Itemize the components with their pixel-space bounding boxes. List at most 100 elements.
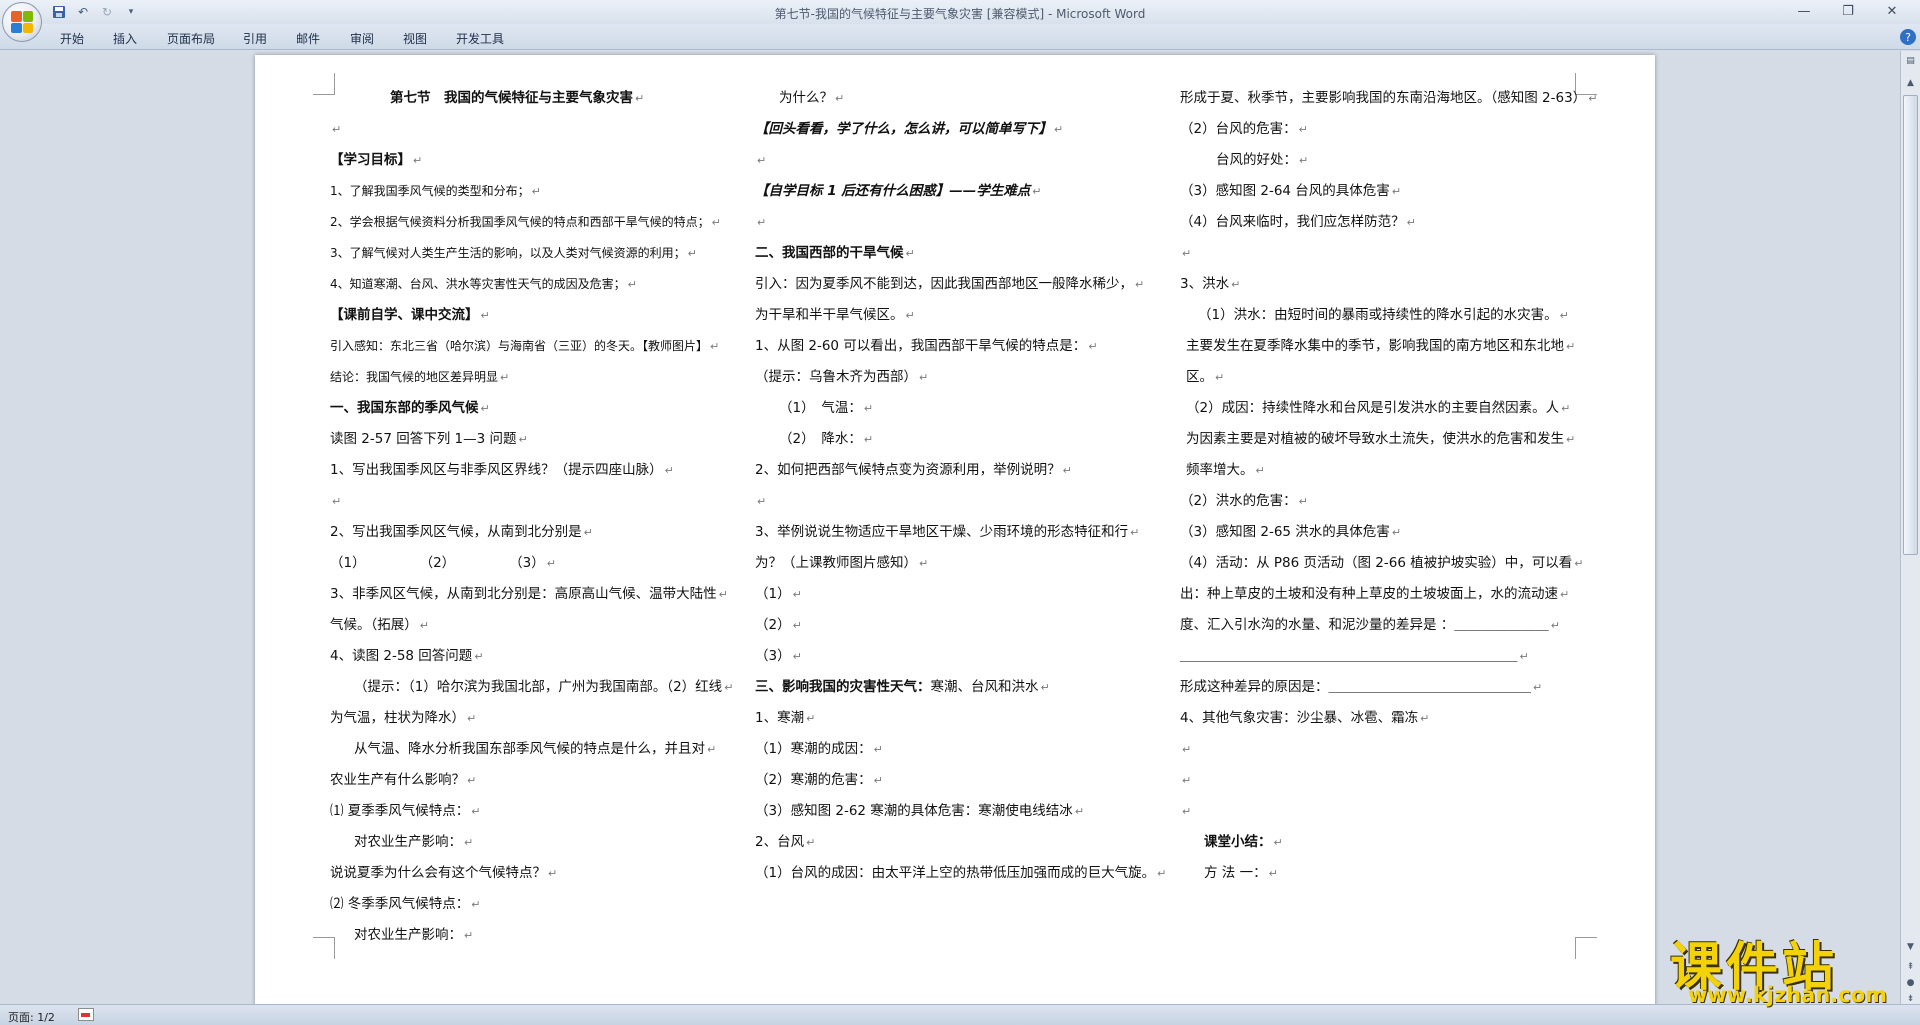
paragraph-mark-icon: ↵ bbox=[480, 402, 490, 415]
window-title: 第七节-我国的气候特征与主要气象灾害 [兼容模式] - Microsoft Wo… bbox=[774, 7, 1146, 21]
paragraph-text: 台风的好处： bbox=[1216, 152, 1297, 168]
paragraph-mark-icon: ↵ bbox=[687, 247, 697, 260]
tab-page-layout[interactable]: 页面布局 bbox=[167, 30, 215, 47]
paragraph-line: 2、学会根据气候资料分析我国季风气候的特点和西部干旱气候的特点； ↵ bbox=[330, 207, 735, 238]
paragraph-text: （1） （2） （3） bbox=[330, 555, 545, 571]
paragraph-text: 为气温，柱状为降水） bbox=[330, 710, 465, 726]
paragraph-line: （提示：乌鲁木齐为西部） ↵ bbox=[755, 362, 1155, 393]
paragraph-line: 4、读图 2-58 回答问题 ↵ bbox=[330, 641, 735, 672]
paragraph-text: （1） 气温： bbox=[779, 400, 862, 416]
paragraph-line: ↵ bbox=[330, 486, 735, 517]
paragraph-mark-icon: ↵ bbox=[1519, 650, 1529, 663]
paragraph-mark-icon: ↵ bbox=[471, 805, 481, 818]
maximize-icon[interactable]: ❐ bbox=[1826, 0, 1870, 22]
paragraph-text: 从气温、降水分析我国东部季风气候的特点是什么，并且对 bbox=[354, 741, 705, 757]
paragraph-line: 对农业生产影响： ↵ bbox=[330, 827, 735, 858]
paragraph-line: ↵ bbox=[755, 145, 1155, 176]
paragraph-text: 1、写出我国季风区与非季风区界线？（提示四座山脉） bbox=[330, 462, 663, 478]
tab-developer[interactable]: 开发工具 bbox=[456, 30, 504, 47]
paragraph-text: 对农业生产影响： bbox=[354, 834, 462, 850]
paragraph-text: 课堂小结： bbox=[1204, 834, 1272, 850]
scrollbar-thumb[interactable] bbox=[1903, 95, 1918, 555]
paragraph-line: 为干旱和半干旱气候区。 ↵ bbox=[755, 300, 1155, 331]
paragraph-mark-icon: ↵ bbox=[905, 247, 915, 260]
paragraph-text: 一、我国东部的季风气候 bbox=[330, 400, 479, 416]
close-icon[interactable]: ✕ bbox=[1870, 0, 1914, 22]
paragraph-text: （3）感知图 2-65 洪水的具体危害 bbox=[1180, 524, 1390, 540]
proofing-status-icon[interactable] bbox=[78, 1008, 94, 1021]
paragraph-mark-icon: ↵ bbox=[1255, 464, 1265, 477]
paragraph-line: 第七节 我国的气候特征与主要气象灾害 ↵ bbox=[330, 83, 735, 114]
paragraph-text: （2）台风的危害： bbox=[1180, 121, 1297, 137]
paragraph-text: （1）台风的成因：由太平洋上空的热带低压加强而成的巨大气旋。 bbox=[755, 865, 1156, 881]
paragraph-line: 方 法 一： ↵ bbox=[1180, 858, 1580, 889]
paragraph-mark-icon: ↵ bbox=[724, 681, 734, 694]
paragraph-line: （1）洪水：由短时间的暴雨或持续性的降水引起的水灾害。 ↵ bbox=[1180, 300, 1580, 331]
paragraph-mark-icon: ↵ bbox=[835, 92, 845, 105]
paragraph-line: 4、知道寒潮、台风、洪水等灾害性天气的成因及危害； ↵ bbox=[330, 269, 735, 300]
paragraph-text: （1）寒潮的成因： bbox=[755, 741, 872, 757]
tab-insert[interactable]: 插入 bbox=[113, 30, 137, 47]
tab-references[interactable]: 引用 bbox=[243, 30, 267, 47]
paragraph-line: 三、影响我国的灾害性天气：寒潮、台风和洪水 ↵ bbox=[755, 672, 1155, 703]
paragraph-mark-icon: ↵ bbox=[873, 774, 883, 787]
document-page[interactable]: 第七节 我国的气候特征与主要气象灾害 ↵ ↵ 【学习目标】 ↵ 1、了解我国季风气候的类型… bbox=[255, 55, 1655, 1004]
paragraph-text: ⑴ 夏季季风气候特点： bbox=[330, 803, 470, 819]
paragraph-line: 1、寒潮 ↵ bbox=[755, 703, 1155, 734]
status-bar: 页面: 1/2 bbox=[0, 1004, 1920, 1025]
paragraph-line: 形成这种差异的原因是：＿＿＿＿＿＿＿＿＿＿＿＿＿＿＿ ↵ bbox=[1180, 672, 1580, 703]
paragraph-line: 形成于夏、秋季节，主要影响我国的东南沿海地区。（感知图 2-63） ↵ bbox=[1180, 83, 1597, 114]
page-count[interactable]: 页面: 1/2 bbox=[8, 1009, 55, 1025]
paragraph-line: 频率增大。 ↵ bbox=[1180, 455, 1580, 486]
paragraph-line: 【学习目标】 ↵ bbox=[330, 145, 735, 176]
paragraph-text: （2）洪水的危害： bbox=[1180, 493, 1297, 509]
paragraph-mark-icon: ↵ bbox=[905, 309, 915, 322]
paragraph-text: 对农业生产影响： bbox=[354, 927, 462, 943]
paragraph-line: （3）感知图 2-65 洪水的具体危害 ↵ bbox=[1180, 517, 1580, 548]
paragraph-mark-icon: ↵ bbox=[1054, 123, 1064, 136]
paragraph-line: （4）台风来临时，我们应怎样防范？ ↵ bbox=[1180, 207, 1580, 238]
paragraph-mark-icon: ↵ bbox=[863, 402, 874, 415]
paragraph-line: ⑴ 夏季季风气候特点： ↵ bbox=[330, 796, 735, 827]
minimize-icon[interactable]: — bbox=[1782, 0, 1826, 22]
tab-home[interactable]: 开始 bbox=[60, 30, 84, 47]
paragraph-text: 3、洪水 bbox=[1180, 276, 1230, 292]
paragraph-line: 出：种上草皮的土坡和没有种上草皮的土坡坡面上，水的流动速 ↵ bbox=[1180, 579, 1580, 610]
paragraph-text: 2、写出我国季风区气候，从南到北分别是 bbox=[330, 524, 582, 540]
paragraph-line: 2、台风 ↵ bbox=[755, 827, 1155, 858]
paragraph-text: 2、台风 bbox=[755, 834, 805, 850]
paragraph-line: 引入感知：东北三省（哈尔滨）与海南省（三亚）的冬天。【教师图片】 ↵ bbox=[330, 331, 735, 362]
help-icon[interactable]: ? bbox=[1900, 29, 1916, 45]
paragraph-mark-icon: ↵ bbox=[873, 743, 883, 756]
paragraph-line: 从气温、降水分析我国东部季风气候的特点是什么，并且对 ↵ bbox=[330, 734, 735, 765]
tab-review[interactable]: 审阅 bbox=[350, 30, 374, 47]
paragraph-line: 结论：我国气候的地区差异明显 ↵ bbox=[330, 362, 735, 393]
paragraph-mark-icon: ↵ bbox=[1566, 433, 1576, 446]
paragraph-mark-icon: ↵ bbox=[1182, 247, 1192, 260]
vertical-scrollbar[interactable]: ▤ ▲ ▼ ⇞ ● ⇟ bbox=[1900, 51, 1920, 1004]
paragraph-line: 为因素主要是对植被的破坏导致水土流失，使洪水的危害和发生 ↵ bbox=[1180, 424, 1580, 455]
paragraph-line: 说说夏季为什么会有这个气候特点？ ↵ bbox=[330, 858, 735, 889]
site-watermark: 课件站 www.kjzhan.com bbox=[1670, 925, 1915, 1007]
paragraph-text: （4）台风来临时，我们应怎样防范？ bbox=[1180, 214, 1405, 230]
tab-mailings[interactable]: 邮件 bbox=[296, 30, 320, 47]
office-button[interactable] bbox=[2, 2, 42, 42]
paragraph-line: 为什么？ ↵ bbox=[755, 83, 1155, 114]
scroll-up-icon[interactable]: ▲ bbox=[1903, 75, 1918, 90]
paragraph-line: 气候。（拓展） ↵ bbox=[330, 610, 735, 641]
paragraph-mark-icon: ↵ bbox=[332, 495, 342, 508]
paragraph-line: ↵ bbox=[1180, 765, 1580, 796]
paragraph-mark-icon: ↵ bbox=[1273, 836, 1283, 849]
paragraph-line: （1）寒潮的成因： ↵ bbox=[755, 734, 1155, 765]
title-bar: ↶ ↻ ▾ 第七节-我国的气候特征与主要气象灾害 [兼容模式] - Micros… bbox=[0, 0, 1920, 24]
paragraph-mark-icon: ↵ bbox=[1215, 371, 1225, 384]
paragraph-mark-icon: ↵ bbox=[583, 526, 593, 539]
paragraph-mark-icon: ↵ bbox=[1566, 340, 1576, 353]
paragraph-text: 【学习目标】 bbox=[330, 152, 411, 168]
ruler-toggle-icon[interactable]: ▤ bbox=[1903, 53, 1918, 68]
paragraph-line: 区。 ↵ bbox=[1180, 362, 1580, 393]
tab-view[interactable]: 视图 bbox=[403, 30, 427, 47]
paragraph-mark-icon: ↵ bbox=[471, 898, 481, 911]
paragraph-line: （4）活动：从 P86 页活动（图 2-66 植被护坡实验）中，可以看 ↵ bbox=[1180, 548, 1583, 579]
paragraph-mark-icon: ↵ bbox=[664, 464, 674, 477]
